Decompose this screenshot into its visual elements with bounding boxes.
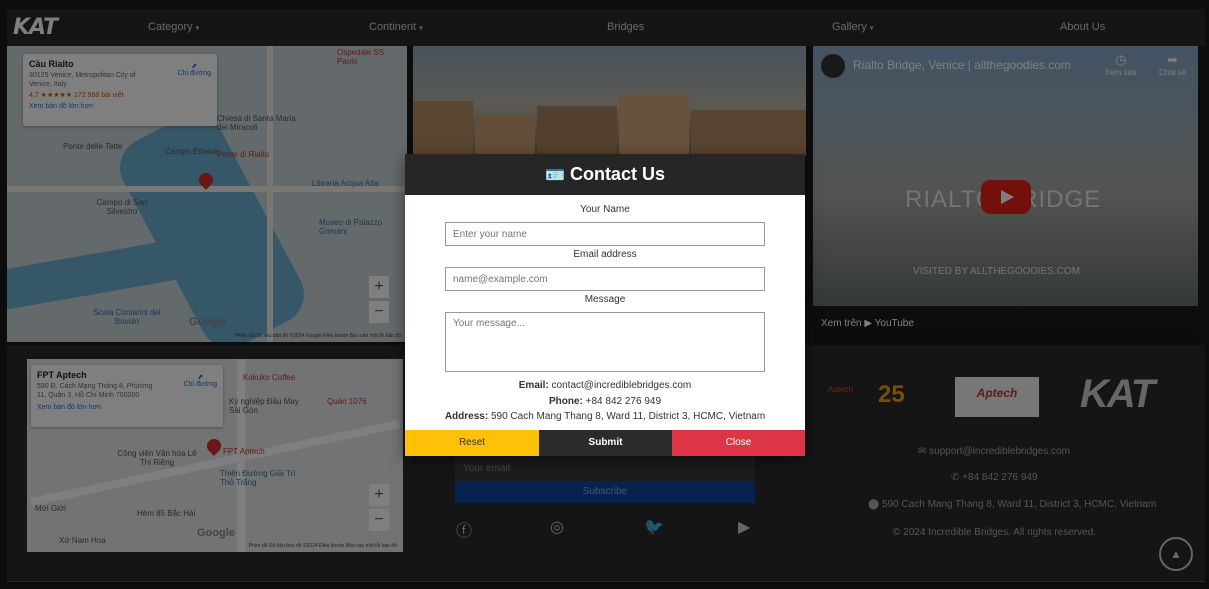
reset-button[interactable]: Reset [405, 430, 539, 456]
contact-email: Email: contact@incrediblebridges.com [518, 380, 692, 391]
name-label: Your Name [580, 204, 630, 215]
submit-button[interactable]: Submit [539, 430, 672, 456]
modal-header: 🪪 Contact Us [405, 154, 805, 195]
contact-card-icon: 🪪 [545, 166, 565, 184]
message-textarea[interactable] [445, 312, 765, 372]
contact-phone: Phone: +84 842 276 949 [548, 396, 662, 407]
message-label: Message [584, 294, 626, 305]
email-label: Email address [573, 249, 637, 260]
modal-title: Contact Us [569, 164, 665, 184]
name-input[interactable] [445, 222, 765, 246]
email-input[interactable] [445, 267, 765, 291]
contact-address: Address: 590 Cach Mang Thang 8, Ward 11,… [444, 411, 766, 422]
close-button[interactable]: Close [672, 430, 805, 456]
contact-modal: 🪪 Contact Us Your Name Email address Mes… [405, 154, 805, 456]
